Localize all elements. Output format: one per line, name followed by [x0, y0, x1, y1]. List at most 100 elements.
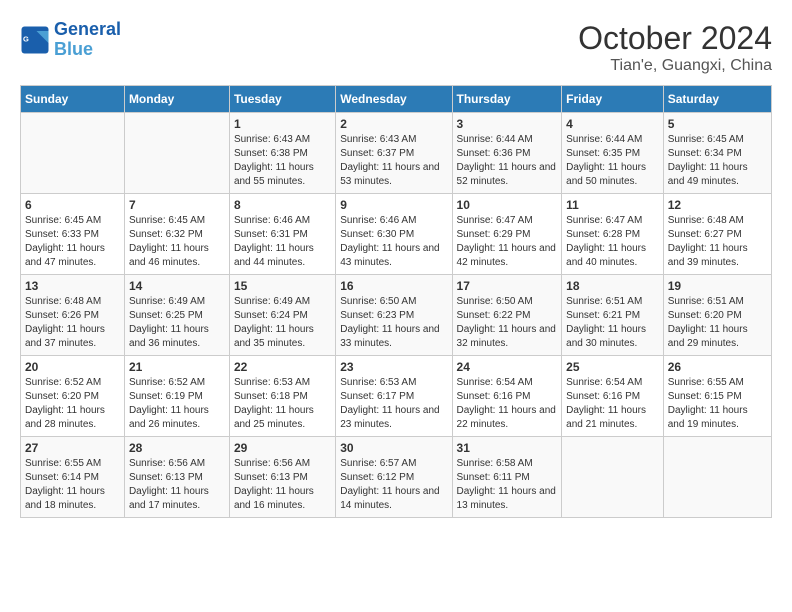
- calendar-cell: [21, 113, 125, 194]
- calendar-cell: 28 Sunrise: 6:56 AM Sunset: 6:13 PM Dayli…: [124, 437, 229, 518]
- week-row-5: 27Sunrise: 6:55 AM Sunset: 6:14 PM Dayli…: [21, 437, 772, 518]
- day-info: Sunrise: 6:45 AM Sunset: 6:34 PM Dayligh…: [668, 133, 767, 189]
- calendar-cell: 11 Sunrise: 6:47 AM Sunset: 6:28 PM Dayli…: [562, 194, 664, 275]
- day-info: Sunrise: 6:52 AM Sunset: 6:19 PM Dayligh…: [129, 376, 225, 432]
- day-info: Sunrise: 6:57 AM Sunset: 6:12 PM Dayligh…: [340, 457, 447, 513]
- calendar-cell: 20 Sunrise: 6:52 AM Sunset: 6:20 PM Dayli…: [21, 356, 125, 437]
- day-info: Sunrise: 6:55 AM Sunset: 6:15 PM Dayligh…: [668, 376, 767, 432]
- calendar-cell: 22Sunrise: 6:53 AM Sunset: 6:18 PM Dayli…: [229, 356, 335, 437]
- calendar-cell: [124, 113, 229, 194]
- calendar-cell: 12Sunrise: 6:48 AM Sunset: 6:27 PM Dayli…: [663, 194, 771, 275]
- day-number: 24: [457, 360, 558, 374]
- calendar-cell: 18 Sunrise: 6:51 AM Sunset: 6:21 PM Dayli…: [562, 275, 664, 356]
- column-header-thursday: Thursday: [452, 86, 562, 113]
- calendar-cell: 1Sunrise: 6:43 AM Sunset: 6:38 PM Daylig…: [229, 113, 335, 194]
- calendar-cell: 6 Sunrise: 6:45 AM Sunset: 6:33 PM Daylig…: [21, 194, 125, 275]
- calendar-header-row: SundayMondayTuesdayWednesdayThursdayFrid…: [21, 86, 772, 113]
- page-header: G General Blue October 2024 Tian'e, Guan…: [20, 20, 772, 75]
- day-info: Sunrise: 6:55 AM Sunset: 6:14 PM Dayligh…: [25, 457, 120, 513]
- day-number: 22: [234, 360, 331, 374]
- day-info: Sunrise: 6:50 AM Sunset: 6:23 PM Dayligh…: [340, 295, 447, 351]
- calendar-cell: 3 Sunrise: 6:44 AM Sunset: 6:36 PM Daylig…: [452, 113, 562, 194]
- calendar-cell: 31 Sunrise: 6:58 AM Sunset: 6:11 PM Dayli…: [452, 437, 562, 518]
- day-number: 4: [566, 117, 659, 131]
- calendar-cell: 27Sunrise: 6:55 AM Sunset: 6:14 PM Dayli…: [21, 437, 125, 518]
- calendar-cell: 15 Sunrise: 6:49 AM Sunset: 6:24 PM Dayli…: [229, 275, 335, 356]
- day-number: 19: [668, 279, 767, 293]
- column-header-saturday: Saturday: [663, 86, 771, 113]
- calendar-cell: 25Sunrise: 6:54 AM Sunset: 6:16 PM Dayli…: [562, 356, 664, 437]
- day-info: Sunrise: 6:43 AM Sunset: 6:37 PM Dayligh…: [340, 133, 447, 189]
- day-number: 2: [340, 117, 447, 131]
- day-info: Sunrise: 6:52 AM Sunset: 6:20 PM Dayligh…: [25, 376, 120, 432]
- day-info: Sunrise: 6:47 AM Sunset: 6:29 PM Dayligh…: [457, 214, 558, 270]
- calendar-cell: 8 Sunrise: 6:46 AM Sunset: 6:31 PM Daylig…: [229, 194, 335, 275]
- day-number: 31: [457, 441, 558, 455]
- day-info: Sunrise: 6:56 AM Sunset: 6:13 PM Dayligh…: [234, 457, 331, 513]
- day-number: 10: [457, 198, 558, 212]
- day-info: Sunrise: 6:51 AM Sunset: 6:21 PM Dayligh…: [566, 295, 659, 351]
- day-number: 11: [566, 198, 659, 212]
- calendar-cell: 7 Sunrise: 6:45 AM Sunset: 6:32 PM Daylig…: [124, 194, 229, 275]
- day-info: Sunrise: 6:49 AM Sunset: 6:24 PM Dayligh…: [234, 295, 331, 351]
- calendar-cell: 10 Sunrise: 6:47 AM Sunset: 6:29 PM Dayli…: [452, 194, 562, 275]
- calendar-cell: 14Sunrise: 6:49 AM Sunset: 6:25 PM Dayli…: [124, 275, 229, 356]
- logo-text: General Blue: [54, 20, 121, 60]
- day-info: Sunrise: 6:50 AM Sunset: 6:22 PM Dayligh…: [457, 295, 558, 351]
- day-info: Sunrise: 6:51 AM Sunset: 6:20 PM Dayligh…: [668, 295, 767, 351]
- calendar-cell: [562, 437, 664, 518]
- day-number: 21: [129, 360, 225, 374]
- day-info: Sunrise: 6:45 AM Sunset: 6:33 PM Dayligh…: [25, 214, 120, 270]
- day-number: 8: [234, 198, 331, 212]
- day-number: 25: [566, 360, 659, 374]
- calendar-cell: 24 Sunrise: 6:54 AM Sunset: 6:16 PM Dayli…: [452, 356, 562, 437]
- calendar-cell: 30 Sunrise: 6:57 AM Sunset: 6:12 PM Dayli…: [336, 437, 452, 518]
- page-title: October 2024: [578, 20, 772, 57]
- calendar-cell: 2 Sunrise: 6:43 AM Sunset: 6:37 PM Daylig…: [336, 113, 452, 194]
- column-header-friday: Friday: [562, 86, 664, 113]
- day-info: Sunrise: 6:49 AM Sunset: 6:25 PM Dayligh…: [129, 295, 225, 351]
- day-number: 29: [234, 441, 331, 455]
- day-info: Sunrise: 6:48 AM Sunset: 6:26 PM Dayligh…: [25, 295, 120, 351]
- day-number: 28: [129, 441, 225, 455]
- week-row-1: 1Sunrise: 6:43 AM Sunset: 6:38 PM Daylig…: [21, 113, 772, 194]
- day-number: 7: [129, 198, 225, 212]
- day-number: 17: [457, 279, 558, 293]
- week-row-2: 6 Sunrise: 6:45 AM Sunset: 6:33 PM Daylig…: [21, 194, 772, 275]
- day-info: Sunrise: 6:46 AM Sunset: 6:31 PM Dayligh…: [234, 214, 331, 270]
- day-info: Sunrise: 6:47 AM Sunset: 6:28 PM Dayligh…: [566, 214, 659, 270]
- week-row-4: 20 Sunrise: 6:52 AM Sunset: 6:20 PM Dayli…: [21, 356, 772, 437]
- calendar-cell: [663, 437, 771, 518]
- day-info: Sunrise: 6:44 AM Sunset: 6:35 PM Dayligh…: [566, 133, 659, 189]
- week-row-3: 13Sunrise: 6:48 AM Sunset: 6:26 PM Dayli…: [21, 275, 772, 356]
- calendar-cell: 29 Sunrise: 6:56 AM Sunset: 6:13 PM Dayli…: [229, 437, 335, 518]
- calendar-cell: 23Sunrise: 6:53 AM Sunset: 6:17 PM Dayli…: [336, 356, 452, 437]
- svg-text:G: G: [23, 34, 29, 43]
- calendar-cell: 5Sunrise: 6:45 AM Sunset: 6:34 PM Daylig…: [663, 113, 771, 194]
- day-number: 6: [25, 198, 120, 212]
- calendar-body: 1Sunrise: 6:43 AM Sunset: 6:38 PM Daylig…: [21, 113, 772, 518]
- calendar-cell: 16Sunrise: 6:50 AM Sunset: 6:23 PM Dayli…: [336, 275, 452, 356]
- day-info: Sunrise: 6:53 AM Sunset: 6:17 PM Dayligh…: [340, 376, 447, 432]
- title-block: October 2024 Tian'e, Guangxi, China: [578, 20, 772, 75]
- logo: G General Blue: [20, 20, 121, 60]
- calendar-cell: 9Sunrise: 6:46 AM Sunset: 6:30 PM Daylig…: [336, 194, 452, 275]
- calendar-cell: 13Sunrise: 6:48 AM Sunset: 6:26 PM Dayli…: [21, 275, 125, 356]
- day-info: Sunrise: 6:58 AM Sunset: 6:11 PM Dayligh…: [457, 457, 558, 513]
- column-header-wednesday: Wednesday: [336, 86, 452, 113]
- day-number: 18: [566, 279, 659, 293]
- calendar-cell: 21 Sunrise: 6:52 AM Sunset: 6:19 PM Dayli…: [124, 356, 229, 437]
- day-info: Sunrise: 6:45 AM Sunset: 6:32 PM Dayligh…: [129, 214, 225, 270]
- day-number: 30: [340, 441, 447, 455]
- day-number: 20: [25, 360, 120, 374]
- day-number: 15: [234, 279, 331, 293]
- calendar-cell: 17 Sunrise: 6:50 AM Sunset: 6:22 PM Dayli…: [452, 275, 562, 356]
- calendar-cell: 4 Sunrise: 6:44 AM Sunset: 6:35 PM Daylig…: [562, 113, 664, 194]
- day-number: 3: [457, 117, 558, 131]
- day-info: Sunrise: 6:54 AM Sunset: 6:16 PM Dayligh…: [457, 376, 558, 432]
- day-info: Sunrise: 6:44 AM Sunset: 6:36 PM Dayligh…: [457, 133, 558, 189]
- logo-icon: G: [20, 25, 50, 55]
- day-info: Sunrise: 6:56 AM Sunset: 6:13 PM Dayligh…: [129, 457, 225, 513]
- day-info: Sunrise: 6:43 AM Sunset: 6:38 PM Dayligh…: [234, 133, 331, 189]
- column-header-monday: Monday: [124, 86, 229, 113]
